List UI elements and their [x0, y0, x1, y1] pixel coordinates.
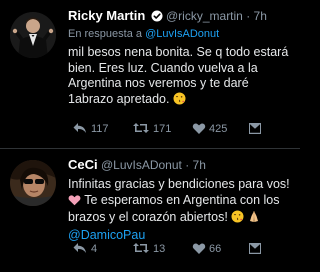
like-button[interactable]: 425: [192, 121, 227, 137]
reply-prefix: En respuesta a: [68, 28, 146, 40]
reply-button[interactable]: 4: [72, 241, 97, 257]
direct-message-button[interactable]: [248, 121, 262, 137]
tweet-actions: 117 171 425: [68, 121, 294, 137]
reply-button[interactable]: 117: [72, 121, 109, 137]
avatar[interactable]: [10, 12, 56, 58]
heart-icon: [192, 123, 206, 134]
avatar[interactable]: [10, 160, 56, 206]
timestamp[interactable]: 7h: [193, 158, 206, 172]
folded-hands-emoji: [248, 210, 260, 228]
direct-message-button[interactable]: [248, 241, 262, 257]
tweet-text-line1: Infinitas gracias y bendiciones para vos…: [68, 177, 290, 191]
timestamp[interactable]: 7h: [254, 9, 267, 23]
tweet-text: mil besos nena bonita. Se q todo estará …: [68, 45, 294, 109]
reply-count: 117: [91, 123, 109, 135]
heart-icon: [192, 243, 206, 254]
tweet-actions: 4 13 66: [68, 241, 294, 257]
tweet-header: Ricky Martin @ricky_martin · 7h: [68, 8, 294, 24]
time-separator: ·: [185, 158, 190, 172]
reply-icon: [73, 243, 86, 253]
retweet-button[interactable]: 171: [132, 121, 171, 137]
face-blowing-kiss-emoji: [173, 92, 186, 110]
tweet[interactable]: CeCi @LuvIsADonut · 7h Infinitas gracias…: [0, 149, 300, 272]
like-count: 425: [209, 123, 228, 135]
mention-link[interactable]: @DamicoPau: [68, 228, 145, 242]
heart-emoji: [68, 194, 81, 211]
tweet-header: CeCi @LuvIsADonut · 7h: [68, 157, 294, 173]
user-handle[interactable]: @LuvIsADonut: [101, 158, 182, 172]
retweet-count: 171: [153, 123, 172, 135]
display-name[interactable]: Ricky Martin: [68, 8, 145, 23]
display-name[interactable]: CeCi: [68, 157, 98, 172]
face-blowing-kiss-emoji: [231, 210, 244, 228]
reply-count: 4: [91, 243, 98, 255]
like-button[interactable]: 66: [192, 241, 221, 257]
retweet-icon: [133, 243, 149, 253]
like-count: 66: [209, 243, 222, 255]
retweet-count: 13: [153, 243, 166, 255]
tweet[interactable]: Ricky Martin @ricky_martin · 7h En respu…: [0, 0, 300, 148]
verified-badge-icon: [151, 10, 163, 24]
retweet-icon: [133, 123, 149, 133]
retweet-button[interactable]: 13: [132, 241, 165, 257]
reply-mention-link[interactable]: @LuvIsADonut: [145, 28, 219, 40]
direct-message-icon: [249, 123, 261, 134]
tweet-text: Infinitas gracias y bendiciones para vos…: [68, 177, 294, 243]
time-separator: ·: [246, 9, 251, 23]
reply-icon: [73, 123, 86, 133]
direct-message-icon: [249, 243, 261, 254]
reply-context: En respuesta a @LuvIsADonut: [68, 27, 294, 41]
user-handle[interactable]: @ricky_martin: [166, 9, 243, 23]
